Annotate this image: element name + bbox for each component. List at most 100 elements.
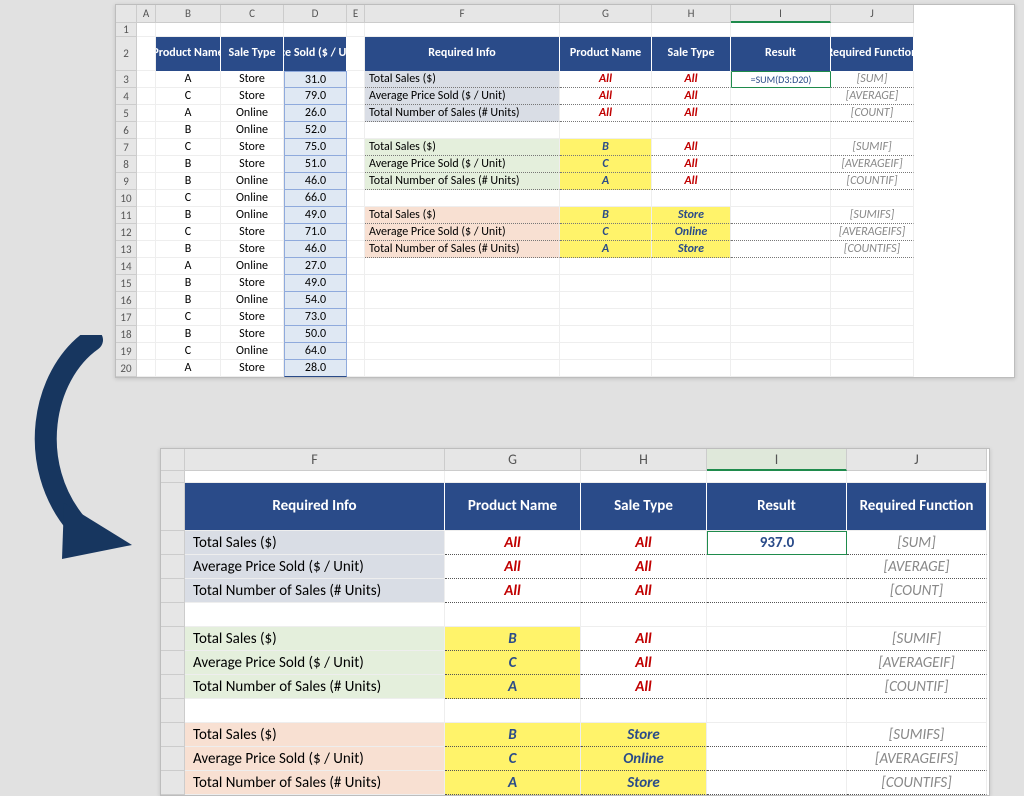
select-all-triangle[interactable] [161,449,185,471]
cell-saletype[interactable]: Online [221,207,284,224]
cell[interactable] [347,258,365,275]
cell[interactable] [347,241,365,258]
cell-info-result[interactable] [731,156,831,173]
cell-saletype[interactable]: Store [221,326,284,343]
cell-info-result[interactable] [731,224,831,241]
cell[interactable] [652,275,731,292]
col-header-G[interactable]: G [445,449,581,471]
cell-info-saletype[interactable]: All [652,105,731,122]
cell[interactable] [731,309,831,326]
cell[interactable] [347,23,365,37]
cell[interactable] [365,190,560,207]
cell-info-product[interactable]: A [445,771,581,795]
cell-info-product[interactable]: B [445,723,581,747]
cell-product[interactable]: A [156,105,221,122]
row-header[interactable] [161,555,185,579]
cell-info-label[interactable]: Average Price Sold ($ / Unit) [365,224,560,241]
cell-price[interactable]: 71.0 [284,224,347,241]
cell-saletype[interactable]: Store [221,275,284,292]
cell[interactable] [731,292,831,309]
cell-saletype[interactable]: Store [221,360,284,377]
row-header[interactable] [161,579,185,603]
cell-product[interactable]: C [156,224,221,241]
cell-price[interactable]: 31.0 [284,71,347,88]
header-required-function[interactable]: Required Function [831,37,914,71]
cell[interactable] [347,360,365,377]
cell-info-func[interactable]: [COUNTIFS] [847,771,987,795]
cell-info-saletype[interactable]: All [581,579,707,603]
cell-price[interactable]: 50.0 [284,326,347,343]
cell-info-product[interactable]: A [445,675,581,699]
cell-info-label[interactable]: Total Sales ($) [185,723,445,747]
row-header[interactable] [161,603,185,627]
cell[interactable] [365,258,560,275]
cell[interactable] [707,771,847,795]
header-price-sold[interactable]: Price Sold ($ / Unit) [284,37,347,71]
cell-saletype[interactable]: Online [221,173,284,190]
cell-info-label[interactable]: Total Number of Sales (# Units) [365,105,560,122]
cell[interactable] [831,258,914,275]
cell-price[interactable]: 79.0 [284,88,347,105]
cell[interactable] [347,292,365,309]
header-product-name[interactable]: Product Name [156,37,221,71]
cell[interactable] [847,699,987,723]
cell-info-product[interactable]: C [560,156,652,173]
cell[interactable] [365,360,560,377]
cell[interactable] [847,603,987,627]
cell-info-saletype[interactable]: Store [652,207,731,224]
cell-info-saletype[interactable]: All [652,71,731,88]
cell[interactable] [365,292,560,309]
cell[interactable] [731,343,831,360]
cell-saletype[interactable]: Store [221,139,284,156]
cell[interactable] [560,309,652,326]
cell[interactable] [652,309,731,326]
row-header-9[interactable]: 9 [116,173,137,190]
cell[interactable] [137,241,156,258]
cell-info-label[interactable]: Average Price Sold ($ / Unit) [185,555,445,579]
cell[interactable] [221,23,284,37]
cell[interactable] [137,224,156,241]
cell-info-saletype[interactable]: All [581,627,707,651]
cell[interactable] [831,309,914,326]
row-header-14[interactable]: 14 [116,258,137,275]
cell-info-label[interactable]: Total Number of Sales (# Units) [185,771,445,795]
cell-price[interactable]: 66.0 [284,190,347,207]
cell[interactable] [707,699,847,723]
col-header-I[interactable]: I [707,449,847,471]
cell-info-func[interactable]: [SUMIF] [847,627,987,651]
cell-result-value[interactable]: 937.0 [707,531,847,555]
cell[interactable] [347,275,365,292]
cell[interactable] [445,699,581,723]
cell-saletype[interactable]: Online [221,190,284,207]
cell-info-label[interactable]: Average Price Sold ($ / Unit) [365,88,560,105]
cell-info-saletype[interactable]: All [652,173,731,190]
cell-info-label[interactable]: Total Number of Sales (# Units) [185,675,445,699]
cell-price[interactable]: 75.0 [284,139,347,156]
cell[interactable] [831,190,914,207]
header-required-function[interactable]: Required Function [847,483,987,531]
cell-price[interactable]: 46.0 [284,173,347,190]
cell-info-func[interactable]: [COUNT] [831,105,914,122]
cell[interactable] [831,122,914,139]
cell[interactable] [581,603,707,627]
cell-product[interactable]: B [156,241,221,258]
cell[interactable] [731,258,831,275]
row-header-17[interactable]: 17 [116,309,137,326]
cell[interactable] [707,747,847,771]
cell-info-product[interactable]: B [445,627,581,651]
cell[interactable] [365,122,560,139]
cell[interactable] [560,122,652,139]
cell[interactable] [137,139,156,156]
cell-info-label[interactable]: Total Sales ($) [365,71,560,88]
cell[interactable] [707,627,847,651]
row-header[interactable] [161,627,185,651]
cell-product[interactable]: A [156,71,221,88]
cell[interactable] [137,156,156,173]
cell-product[interactable]: C [156,343,221,360]
cell[interactable] [137,292,156,309]
col-header-G[interactable]: G [560,5,652,23]
cell-product[interactable]: A [156,360,221,377]
row-header-4[interactable]: 4 [116,88,137,105]
cell-saletype[interactable]: Online [221,105,284,122]
cell[interactable] [347,71,365,88]
